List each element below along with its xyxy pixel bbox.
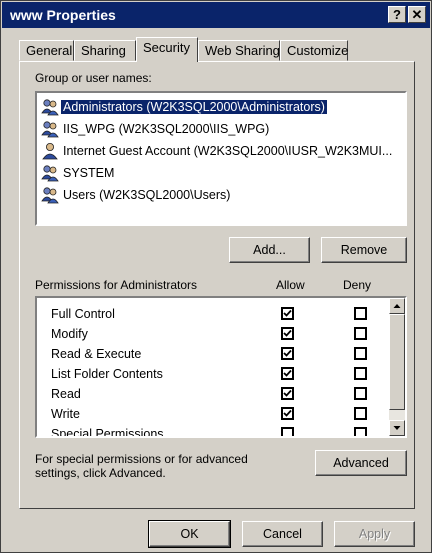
scroll-thumb[interactable] [389,314,405,410]
tab-customize[interactable]: Customize [280,40,348,61]
group-user-list[interactable]: Administrators (W2K3SQL2000\Administrato… [35,91,407,226]
ok-button[interactable]: OK [148,520,231,548]
apply-button[interactable]: Apply [334,521,415,547]
add-button[interactable]: Add... [229,237,310,263]
deny-checkbox[interactable] [354,327,367,340]
arrow-down-icon [393,426,401,430]
permission-name: Special Permissions [51,427,164,438]
table-row: Special Permissions [51,424,391,438]
allow-checkbox[interactable] [281,367,294,380]
scroll-down-button[interactable] [389,420,405,436]
deny-checkbox[interactable] [354,367,367,380]
deny-checkbox[interactable] [354,407,367,420]
tab-web-sharing[interactable]: Web Sharing [198,40,280,61]
properties-dialog: www Properties ? ✕ General Sharing Secur… [0,0,432,553]
permissions-label: Permissions for Administrators [35,278,198,292]
allow-header: Allow [276,278,305,292]
tab-security[interactable]: Security [136,37,198,62]
permission-name: Read & Execute [51,347,142,361]
allow-checkbox[interactable] [281,327,294,340]
deny-checkbox[interactable] [354,387,367,400]
allow-checkbox[interactable] [281,347,294,360]
permission-name: List Folder Contents [51,367,163,381]
scroll-up-button[interactable] [389,298,405,314]
table-row: Write [51,404,391,424]
group-names-label: Group or user names: [35,71,152,85]
advanced-button[interactable]: Advanced [315,450,407,476]
close-button[interactable]: ✕ [408,6,426,23]
table-row: Read & Execute [51,344,391,364]
tab-general[interactable]: General [19,40,74,61]
user-icon [42,143,58,160]
permission-name: Modify [51,327,88,341]
allow-checkbox[interactable] [281,387,294,400]
permission-name: Full Control [51,307,115,321]
checkmark-icon [283,409,292,417]
allow-checkbox[interactable] [281,307,294,320]
checkmark-icon [283,369,292,377]
tab-sharing[interactable]: Sharing [74,40,136,61]
cancel-button[interactable]: Cancel [242,521,323,547]
permission-name: Write [51,407,80,421]
allow-checkbox[interactable] [281,407,294,420]
allow-checkbox[interactable] [281,427,294,436]
list-item-label: Internet Guest Account (W2K3SQL2000\IUSR… [63,144,393,158]
user-group-icon [41,187,59,204]
list-item-label: SYSTEM [63,166,115,180]
checkmark-icon [283,389,292,397]
list-item-label: Users (W2K3SQL2000\Users) [63,188,231,202]
list-item-label: IIS_WPG (W2K3SQL2000\IIS_WPG) [63,122,270,136]
table-row: List Folder Contents [51,364,391,384]
deny-header: Deny [343,278,372,292]
advanced-note: For special permissions or for advanced … [35,452,248,480]
deny-checkbox[interactable] [354,427,367,436]
help-button[interactable]: ? [388,6,406,23]
table-row: Full Control [51,304,391,324]
permissions-list[interactable]: Full Control Modify Read & Execute List … [35,296,407,438]
checkmark-icon [283,309,292,317]
list-item-label: Administrators (W2K3SQL2000\Administrato… [61,100,327,114]
permission-name: Read [51,387,81,401]
deny-checkbox[interactable] [354,307,367,320]
deny-checkbox[interactable] [354,347,367,360]
checkmark-icon [283,329,292,337]
user-group-icon [41,165,59,182]
user-group-icon [41,121,59,138]
user-group-icon [41,99,59,116]
arrow-up-icon [393,304,401,308]
permissions-scrollbar[interactable] [389,298,405,436]
table-row: Modify [51,324,391,344]
checkmark-icon [283,349,292,357]
window-title: www Properties [10,7,116,23]
title-bar[interactable]: www Properties ? ✕ [2,2,430,28]
remove-button[interactable]: Remove [321,237,407,263]
table-row: Read [51,384,391,404]
